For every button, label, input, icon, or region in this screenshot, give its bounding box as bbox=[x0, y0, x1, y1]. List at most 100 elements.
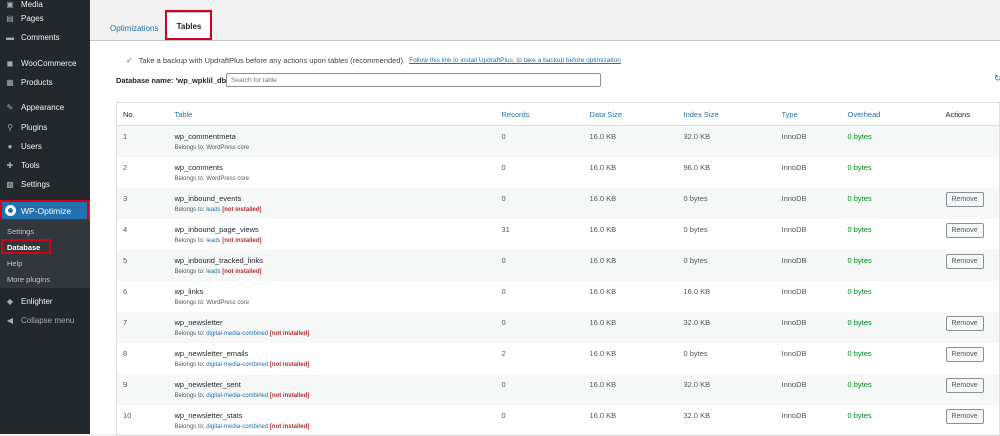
cell-index-size: 32.0 KB bbox=[683, 373, 782, 405]
sidebar-item-tools[interactable]: ✚ Tools bbox=[0, 156, 90, 174]
cell-data-size: 16.0 KB bbox=[589, 224, 617, 234]
cell-no: 10 bbox=[123, 410, 132, 420]
owner-link[interactable]: digital-media-combined bbox=[206, 362, 268, 368]
table-header-row: No. Table Records Data Size Index Size T… bbox=[116, 102, 1000, 126]
remove-button[interactable]: Remove bbox=[945, 253, 984, 269]
cell-type: InnoDB bbox=[781, 311, 848, 343]
media-icon: ▣ bbox=[6, 0, 14, 9]
cell-records: 0 bbox=[501, 286, 506, 296]
cell-table: wp_commentmeta Belongs to: WordPress core bbox=[174, 125, 502, 157]
wp-optimize-submenu: Settings Database Help More plugins bbox=[0, 220, 90, 288]
cell-records: 0 bbox=[501, 125, 590, 157]
table-name: wp_newsletter bbox=[174, 317, 223, 327]
pages-icon: ▤ bbox=[6, 13, 14, 23]
cell-table: wp_newsletter_stats Belongs to: digital-m… bbox=[175, 405, 502, 436]
cell-records: 0 bbox=[501, 373, 590, 405]
backup-option: ✓ Take a backup with UpdraftPlus before … bbox=[126, 56, 621, 65]
sidebar-item-appearance[interactable]: ✎ Appearance bbox=[0, 98, 90, 116]
table-name: wp_inbound_events bbox=[174, 193, 242, 203]
cell-type: InnoDB bbox=[781, 286, 807, 296]
col-type[interactable]: Type bbox=[781, 102, 848, 126]
owner-link[interactable]: digital-media-combined bbox=[206, 393, 268, 399]
belongs-prefix: Belongs to: bbox=[174, 299, 205, 306]
table-name: wp_commentmeta bbox=[174, 132, 236, 141]
cell-type: InnoDB bbox=[781, 348, 807, 358]
cell-overhead: 0 bytes bbox=[847, 311, 946, 343]
table-row: 6 wp_links Belongs to: WordPress core 0 16.0… bbox=[117, 281, 1000, 312]
col-data-size[interactable]: Data Size bbox=[589, 102, 684, 126]
settings-icon: ▩ bbox=[6, 179, 14, 189]
tab-optimizations[interactable]: Optimizations bbox=[110, 16, 158, 40]
cell-overhead: 0 bytes bbox=[847, 125, 946, 157]
cell-actions: Remove bbox=[945, 219, 1000, 250]
owner-link[interactable]: digital-media-combined bbox=[206, 424, 268, 430]
table-row: 9 wp_newsletter_sent Belongs to: digital-m… bbox=[116, 373, 1000, 405]
sidebar-item-plugins[interactable]: ⚲ Plugins bbox=[0, 118, 90, 136]
remove-button[interactable]: Remove bbox=[945, 346, 984, 362]
col-overhead[interactable]: Overhead bbox=[847, 102, 946, 126]
cell-no: 6 bbox=[123, 286, 128, 296]
remove-button[interactable]: Remove bbox=[945, 191, 984, 207]
cell-records: 0 bbox=[501, 162, 506, 172]
cell-index-size: 0 bytes bbox=[683, 348, 708, 358]
belongs-prefix: Belongs to: bbox=[174, 392, 205, 399]
sidebar-item-settings[interactable]: ▩ Settings bbox=[0, 175, 90, 193]
owner-link[interactable]: leads bbox=[206, 269, 220, 275]
cell-overhead: 0 bytes bbox=[847, 286, 872, 296]
cell-actions: Remove bbox=[945, 343, 1000, 374]
remove-button[interactable]: Remove bbox=[945, 222, 984, 238]
owner-name: WordPress core bbox=[206, 145, 250, 151]
cell-type: InnoDB bbox=[781, 187, 848, 219]
sidebar-item-pages[interactable]: ▤ Pages bbox=[0, 9, 90, 27]
remove-button[interactable]: Remove bbox=[945, 408, 984, 424]
submenu-item-help[interactable]: Help bbox=[7, 259, 22, 268]
search-table-input[interactable] bbox=[226, 73, 601, 87]
sidebar-item-products[interactable]: ▦ Products bbox=[0, 73, 90, 91]
belongs-prefix: Belongs to: bbox=[174, 145, 205, 151]
col-index-size[interactable]: Index Size bbox=[683, 102, 782, 126]
owner-link[interactable]: leads bbox=[206, 238, 220, 244]
cell-actions: Remove bbox=[945, 311, 1000, 343]
sidebar-item-comments[interactable]: ▬ Comments bbox=[0, 28, 90, 46]
owner-link[interactable]: leads bbox=[206, 207, 220, 213]
cell-no: 1 bbox=[116, 125, 175, 157]
cell-data-size: 16.0 KB bbox=[589, 249, 684, 281]
collapse-icon: ◀ bbox=[6, 315, 14, 325]
col-no: No. bbox=[116, 102, 175, 126]
cell-table: wp_inbound_events Belongs to: leads [not … bbox=[174, 187, 502, 219]
cell-records: 2 bbox=[501, 348, 506, 358]
not-installed-badge: [not installed] bbox=[222, 268, 262, 275]
database-name: Database name: 'wp_wpklil_db0' bbox=[116, 76, 233, 85]
cell-table: wp_newsletter_sent Belongs to: digital-me… bbox=[174, 373, 502, 405]
col-table[interactable]: Table bbox=[174, 102, 502, 126]
owner-link[interactable]: digital-media-combined bbox=[206, 331, 268, 337]
cell-actions: Remove bbox=[945, 373, 1000, 405]
remove-button[interactable]: Remove bbox=[945, 315, 984, 331]
table-row: 1 wp_commentmeta Belongs to: WordPress cor… bbox=[116, 125, 1000, 157]
cell-overhead: 0 bytes bbox=[847, 373, 946, 405]
cell-index-size: 0 bytes bbox=[683, 224, 708, 234]
submenu-item-settings[interactable]: Settings bbox=[7, 227, 34, 236]
cell-overhead: 0 bytes bbox=[847, 249, 946, 281]
refresh-icon[interactable]: ↻ bbox=[994, 73, 1000, 84]
sidebar-item-users[interactable]: ● Users bbox=[0, 137, 90, 155]
install-updraftplus-link[interactable]: Follow this link to install UpdraftPlus,… bbox=[409, 57, 621, 64]
sidebar-item-collapse-menu[interactable]: ◀ Collapse menu bbox=[0, 311, 90, 329]
not-installed-badge: [not installed] bbox=[269, 392, 310, 399]
belongs-to: Belongs to: WordPress core bbox=[175, 145, 502, 151]
table-name: wp_inbound_page_views bbox=[174, 224, 259, 234]
sidebar-item-enlighter[interactable]: ◆ Enlighter bbox=[0, 292, 90, 310]
checkmark-icon[interactable]: ✓ bbox=[126, 56, 133, 65]
tools-icon: ✚ bbox=[6, 160, 14, 170]
belongs-to: Belongs to: digital-media-combined [not … bbox=[175, 362, 502, 368]
cell-table: wp_inbound_page_views Belongs to: leads [… bbox=[175, 219, 502, 250]
sidebar-item-woocommerce[interactable]: ◼ WooCommerce bbox=[0, 54, 90, 72]
cell-table: wp_newsletter Belongs to: digital-media-c… bbox=[174, 311, 502, 343]
submenu-item-more-plugins[interactable]: More plugins bbox=[7, 275, 50, 284]
cell-no: 2 bbox=[123, 162, 128, 172]
cell-actions: Remove bbox=[945, 187, 1000, 219]
col-records[interactable]: Records bbox=[501, 102, 590, 126]
remove-button[interactable]: Remove bbox=[945, 377, 984, 393]
belongs-to: Belongs to: leads [not installed] bbox=[175, 207, 502, 213]
belongs-to: Belongs to: digital-media-combined [not … bbox=[175, 331, 502, 337]
